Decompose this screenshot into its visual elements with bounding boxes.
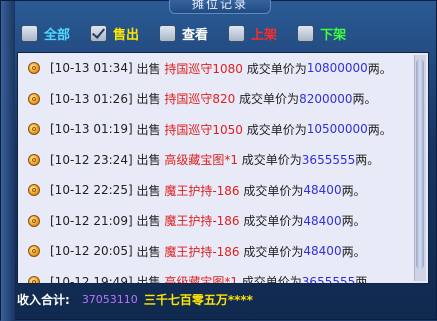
coin-icon: [28, 92, 40, 105]
record-action: 出售: [136, 214, 161, 229]
income-total: 37053110: [81, 292, 138, 306]
income-summary: 收入合计: 37053110 三千七百零五万****: [17, 289, 253, 309]
checkbox-listed[interactable]: [228, 24, 246, 42]
record-item: 高级藏宝图*1: [164, 275, 238, 284]
coin-icon: [28, 245, 40, 258]
filter-bar: 全部 售出 查看 上架 下架: [21, 23, 366, 43]
record-item: 持国巡守1080: [164, 61, 243, 76]
record-price: 48400: [303, 244, 342, 259]
record-action: 出售: [136, 92, 161, 107]
record-row: [10-13 01:34] 出售 持国巡守1080 成交单价为 10800000 两…: [18, 53, 414, 84]
record-time: [10-12 22:25]: [50, 183, 133, 198]
checkbox-all[interactable]: [21, 24, 38, 42]
record-unit: 两。: [352, 92, 377, 107]
record-rows: [10-13 01:34] 出售 持国巡守1080 成交单价为 10800000 两…: [18, 53, 414, 284]
record-time: [10-13 01:26]: [50, 91, 133, 106]
filter-all[interactable]: 全部: [21, 24, 70, 43]
record-time: [10-12 21:09]: [50, 213, 133, 228]
filter-view[interactable]: 查看: [159, 24, 208, 43]
record-text: 成交单价为: [241, 275, 302, 284]
stall-record-window: 摊位记录 全部 售出 查看 上架 下架 [10-13 01:34] 出售 持国巡…: [0, 0, 437, 321]
filter-all-label: 全部: [44, 27, 71, 43]
list-scrollbar[interactable]: [414, 55, 426, 281]
record-row: [10-13 01:26] 出售 持国巡守820 成交单价为 8200000 两。: [18, 84, 414, 115]
record-text: 成交单价为: [243, 214, 304, 229]
record-action: 出售: [136, 244, 161, 259]
income-label: 收入合计:: [17, 292, 70, 307]
record-price: 10500000: [306, 122, 368, 137]
record-action: 出售: [136, 61, 161, 76]
record-price: 10800000: [306, 61, 368, 76]
record-unit: 两。: [341, 183, 366, 198]
record-unit: 两。: [367, 122, 392, 137]
record-item: 魔王护持-186: [164, 214, 240, 229]
record-unit: 两。: [355, 275, 380, 284]
coin-icon: [28, 62, 40, 75]
record-price: 8200000: [299, 91, 353, 106]
record-action: 出售: [136, 275, 161, 284]
record-item: 持国巡守1050: [164, 122, 243, 137]
record-text: 成交单价为: [246, 61, 307, 76]
record-item: 魔王护持-186: [164, 244, 240, 259]
record-text: 成交单价为: [243, 183, 304, 198]
record-action: 出售: [136, 153, 161, 168]
record-item: 持国巡守820: [164, 92, 236, 107]
scrollbar-thumb[interactable]: [416, 59, 424, 269]
record-action: 出售: [136, 183, 161, 198]
coin-icon: [28, 123, 40, 136]
filter-sold-label: 售出: [113, 27, 140, 43]
record-unit: 两。: [367, 61, 392, 76]
record-row: [10-12 19:49] 出售 高级藏宝图*1 成交单价为 3655555 两。: [18, 267, 414, 284]
checkbox-view[interactable]: [159, 24, 177, 42]
record-time: [10-12 20:05]: [50, 244, 133, 259]
window-left-border: [1, 1, 15, 321]
record-text: 成交单价为: [243, 244, 304, 259]
coin-icon: [28, 214, 40, 227]
record-unit: 两。: [341, 214, 366, 229]
record-text: 成交单价为: [246, 122, 307, 137]
record-time: [10-13 01:34]: [50, 61, 133, 76]
coin-icon: [28, 184, 40, 197]
income-total-words: 三千七百零五万****: [143, 292, 253, 307]
coin-icon: [28, 275, 40, 283]
checkbox-delisted[interactable]: [297, 24, 315, 42]
record-price: 3655555: [301, 274, 356, 284]
record-row: [10-13 01:19] 出售 持国巡守1050 成交单价为 10500000 两…: [18, 114, 414, 145]
record-row: [10-12 23:24] 出售 高级藏宝图*1 成交单价为 3655555 两。: [18, 145, 414, 176]
record-text: 成交单价为: [241, 153, 302, 168]
record-price: 48400: [303, 213, 342, 228]
record-time: [10-12 23:24]: [50, 152, 133, 167]
filter-delisted-label: 下架: [320, 27, 347, 43]
filter-listed-label: 上架: [251, 27, 278, 43]
record-text: 成交单价为: [239, 92, 300, 107]
record-price: 3655555: [301, 152, 356, 167]
record-price: 48400: [303, 183, 342, 198]
record-unit: 两。: [355, 153, 380, 168]
record-item: 高级藏宝图*1: [164, 153, 238, 168]
record-action: 出售: [136, 122, 161, 137]
record-unit: 两。: [341, 244, 366, 259]
record-list: [10-13 01:34] 出售 持国巡守1080 成交单价为 10800000 两…: [17, 52, 429, 284]
checkbox-sold[interactable]: [90, 24, 108, 42]
record-row: [10-12 21:09] 出售 魔王护持-186 成交单价为 48400 两。: [18, 206, 414, 237]
filter-sold[interactable]: 售出: [90, 24, 139, 43]
record-item: 魔王护持-186: [164, 183, 240, 198]
filter-view-label: 查看: [182, 27, 209, 43]
record-time: [10-13 01:19]: [50, 122, 133, 137]
filter-delisted[interactable]: 下架: [297, 24, 346, 43]
record-row: [10-12 20:05] 出售 魔王护持-186 成交单价为 48400 两。: [18, 236, 414, 267]
window-title: 摊位记录: [169, 0, 271, 14]
record-row: [10-12 22:25] 出售 魔王护持-186 成交单价为 48400 两。: [18, 175, 414, 206]
filter-listed[interactable]: 上架: [228, 24, 277, 43]
record-time: [10-12 19:49]: [50, 274, 133, 284]
coin-icon: [28, 153, 40, 166]
